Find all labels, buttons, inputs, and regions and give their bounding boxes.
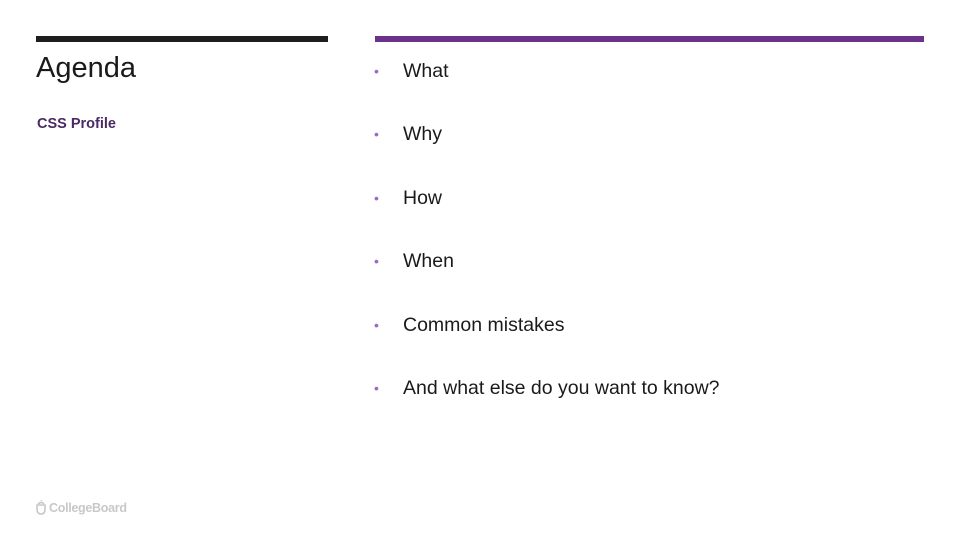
acorn-icon	[36, 500, 46, 515]
list-item: • And what else do you want to know?	[370, 375, 720, 438]
bullet-icon: •	[374, 189, 379, 206]
slide-title: Agenda	[36, 52, 136, 84]
bullet-icon: •	[374, 63, 379, 79]
bullet-text: Why	[403, 123, 442, 146]
agenda-list: • What • Why • How • When • Common mista…	[370, 58, 720, 438]
bullet-icon: •	[374, 316, 379, 333]
bullet-text: And what else do you want to know?	[403, 376, 720, 399]
bullet-text: Common mistakes	[403, 313, 565, 336]
logo-text: CollegeBoard	[49, 500, 127, 515]
list-item: • How	[370, 185, 720, 248]
bullet-text: When	[403, 250, 454, 273]
bullet-text: What	[403, 60, 449, 82]
bullet-text: How	[403, 186, 443, 209]
slide-subtitle: CSS Profile	[37, 116, 116, 132]
college-board-logo: CollegeBoard	[35, 500, 127, 515]
title-rule-bar	[36, 36, 328, 42]
bullet-icon: •	[374, 379, 379, 396]
list-item: • What	[370, 58, 720, 121]
content-rule-bar	[375, 36, 924, 42]
bullet-icon: •	[374, 253, 379, 270]
list-item: • Common mistakes	[370, 312, 720, 375]
list-item: • Why	[370, 121, 720, 184]
bullet-icon: •	[374, 126, 379, 143]
list-item: • When	[370, 248, 720, 311]
